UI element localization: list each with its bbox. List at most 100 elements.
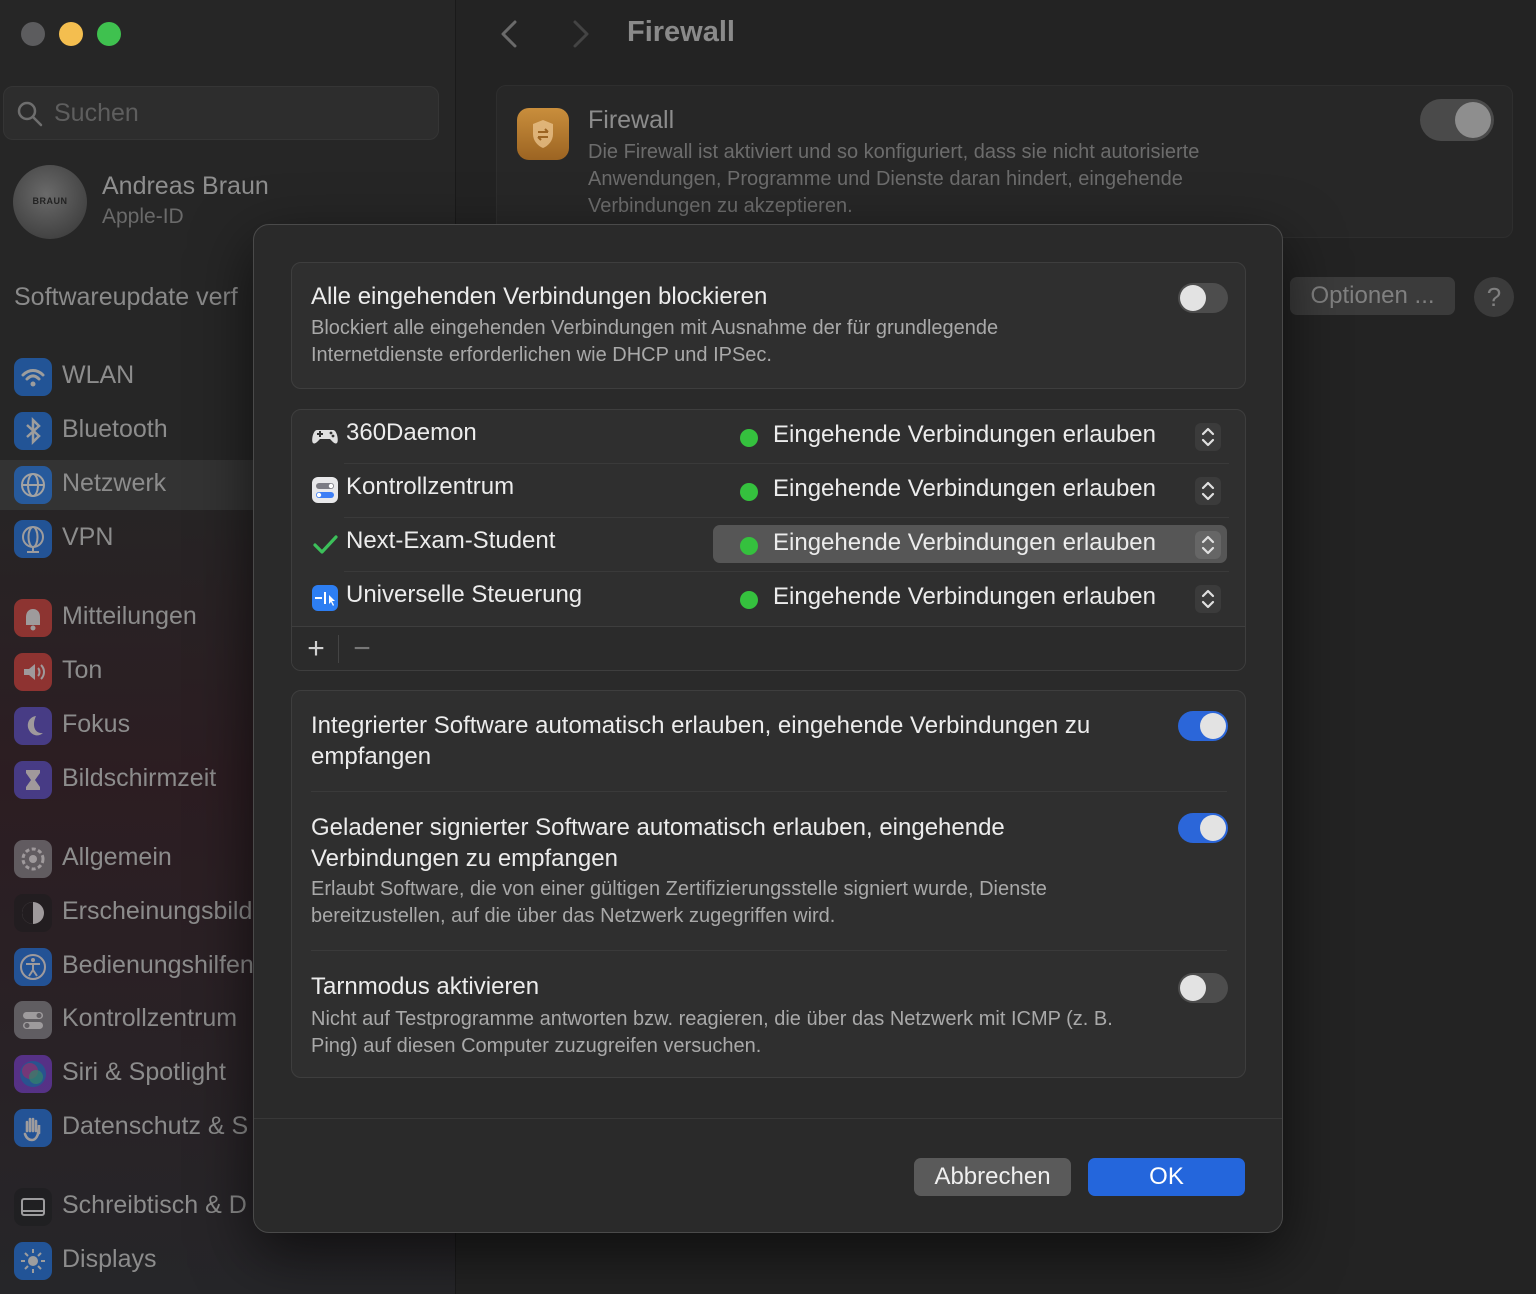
toggle-knob: [1180, 285, 1206, 311]
app-row[interactable]: 360Daemon Eingehende Verbindungen erlaube…: [292, 410, 1245, 464]
options-button[interactable]: Optionen ...: [1290, 277, 1455, 315]
option-stealth-toggle[interactable]: [1178, 973, 1228, 1003]
option-builtin-title: Integrierter Software automatisch erlaub…: [311, 712, 1091, 770]
footer-divider: [338, 635, 339, 663]
firewall-card-title: Firewall: [588, 106, 675, 134]
sidebar-item-label: Ton: [62, 656, 103, 684]
connection-popup[interactable]: Eingehende Verbindungen erlauben: [713, 471, 1227, 509]
chevron-updown-icon: [1195, 585, 1221, 613]
status-dot: [740, 483, 758, 501]
sidebar-item-label: Datenschutz & S: [62, 1112, 249, 1140]
divider: [311, 791, 1227, 792]
option-signed-title: Geladener signierter Software automatisc…: [311, 814, 1005, 872]
zoom-window-button[interactable]: [97, 22, 121, 46]
sidebar-item-label: Allgemein: [62, 843, 172, 871]
firewall-card: Firewall Die Firewall ist aktiviert und …: [496, 85, 1513, 238]
toggle-knob: [1200, 713, 1226, 739]
ok-button[interactable]: OK: [1088, 1158, 1245, 1196]
control-center-icon: [14, 1001, 52, 1039]
speaker-icon: [14, 653, 52, 691]
app-name: Kontrollzentrum: [346, 473, 515, 500]
sidebar-item-label: VPN: [62, 523, 114, 551]
user-subtitle: Apple-ID: [102, 205, 184, 228]
sidebar-item-label: WLAN: [62, 361, 135, 389]
option-builtin-toggle[interactable]: [1178, 711, 1228, 741]
user-name[interactable]: Andreas Braun: [102, 172, 269, 201]
search-input[interactable]: Suchen: [3, 86, 439, 140]
block-all-title: Alle eingehenden Verbindungen blockieren: [311, 283, 768, 310]
app-row[interactable]: Kontrollzentrum Eingehende Verbindungen e…: [292, 464, 1245, 518]
avatar[interactable]: BRAUN: [13, 165, 87, 239]
option-stealth-description: Nicht auf Testprogramme antworten bzw. r…: [311, 1008, 1113, 1057]
connection-status: Eingehende Verbindungen erlauben: [773, 475, 1157, 502]
chevron-updown-icon: [1195, 477, 1221, 505]
search-icon: [17, 101, 43, 127]
sidebar-item-label: Kontrollzentrum: [62, 1004, 238, 1032]
avatar-text: BRAUN: [32, 196, 68, 206]
option-signed-description: Erlaubt Software, die von einer gültigen…: [311, 878, 1047, 927]
block-all-group: Alle eingehenden Verbindungen blockieren…: [291, 262, 1246, 389]
moon-icon: [14, 707, 52, 745]
help-button[interactable]: ?: [1474, 277, 1514, 317]
sidebar-item-label: Netzwerk: [62, 469, 167, 497]
toggle-knob: [1180, 975, 1206, 1001]
sidebar-item-label: Schreibtisch & D: [62, 1191, 247, 1219]
software-update-notice[interactable]: Softwareupdate verf: [14, 283, 238, 312]
block-all-toggle[interactable]: [1178, 283, 1228, 313]
sidebar-item-label: Bluetooth: [62, 415, 168, 443]
option-stealth-title: Tarnmodus aktivieren: [311, 973, 540, 1000]
app-name: Next-Exam-Student: [346, 527, 556, 554]
options-group: Integrierter Software automatisch erlaub…: [291, 690, 1246, 1078]
connection-popup[interactable]: Eingehende Verbindungen erlauben: [713, 579, 1227, 617]
firewall-card-description: Die Firewall ist aktiviert und so konfig…: [588, 141, 1200, 217]
divider: [311, 950, 1227, 951]
globe-icon: [14, 466, 52, 504]
gamepad-icon: [310, 421, 340, 451]
connection-status: Eingehende Verbindungen erlauben: [773, 529, 1157, 556]
connection-popup[interactable]: Eingehende Verbindungen erlauben: [713, 525, 1227, 563]
add-app-button[interactable]: +: [302, 631, 330, 667]
app-name: 360Daemon: [346, 419, 477, 446]
hourglass-icon: [14, 761, 52, 799]
close-window-button[interactable]: [21, 22, 45, 46]
status-dot: [740, 591, 758, 609]
forward-icon[interactable]: [565, 18, 595, 50]
app-row[interactable]: Universelle Steuerung Eingehende Verbindu…: [292, 572, 1245, 626]
sidebar-item-label: Erscheinungsbild: [62, 897, 253, 925]
sun-icon: [14, 1242, 52, 1280]
connection-status: Eingehende Verbindungen erlauben: [773, 421, 1157, 448]
toggle-knob: [1200, 815, 1226, 841]
sidebar-item-label: Mitteilungen: [62, 602, 197, 630]
bluetooth-icon: [14, 412, 52, 450]
sidebar-item-label: Bedienungshilfen: [62, 951, 254, 979]
firewall-shield-icon: [517, 108, 569, 160]
back-icon[interactable]: [495, 18, 525, 50]
minimize-window-button[interactable]: [59, 22, 83, 46]
sidebar-item-displays[interactable]: Displays: [0, 1236, 456, 1286]
chevron-updown-icon: [1195, 531, 1221, 559]
app-row[interactable]: Next-Exam-Student Eingehende Verbindungen…: [292, 518, 1245, 572]
firewall-toggle[interactable]: [1420, 99, 1494, 141]
option-signed-toggle[interactable]: [1178, 813, 1228, 843]
control-center-app-icon: [310, 475, 340, 505]
app-list: 360Daemon Eingehende Verbindungen erlaube…: [291, 409, 1246, 671]
desktop-icon: [14, 1188, 52, 1226]
remove-app-button[interactable]: −: [348, 631, 376, 667]
universal-control-icon: [310, 583, 340, 613]
status-dot: [740, 537, 758, 555]
accessibility-icon: [14, 948, 52, 986]
firewall-options-sheet: Alle eingehenden Verbindungen blockieren…: [253, 224, 1283, 1233]
page-title: Firewall: [627, 16, 735, 48]
cancel-button[interactable]: Abbrechen: [914, 1158, 1071, 1196]
hand-icon: [14, 1109, 52, 1147]
chevron-updown-icon: [1195, 423, 1221, 451]
bell-icon: [14, 599, 52, 637]
search-placeholder: Suchen: [54, 99, 139, 127]
toggle-knob: [1455, 102, 1491, 138]
checkmark-icon: [310, 529, 340, 559]
divider: [254, 1118, 1282, 1119]
connection-popup[interactable]: Eingehende Verbindungen erlauben: [713, 417, 1227, 455]
vpn-globe-icon: [14, 520, 52, 558]
appearance-icon: [14, 894, 52, 932]
app-name: Universelle Steuerung: [346, 581, 583, 608]
